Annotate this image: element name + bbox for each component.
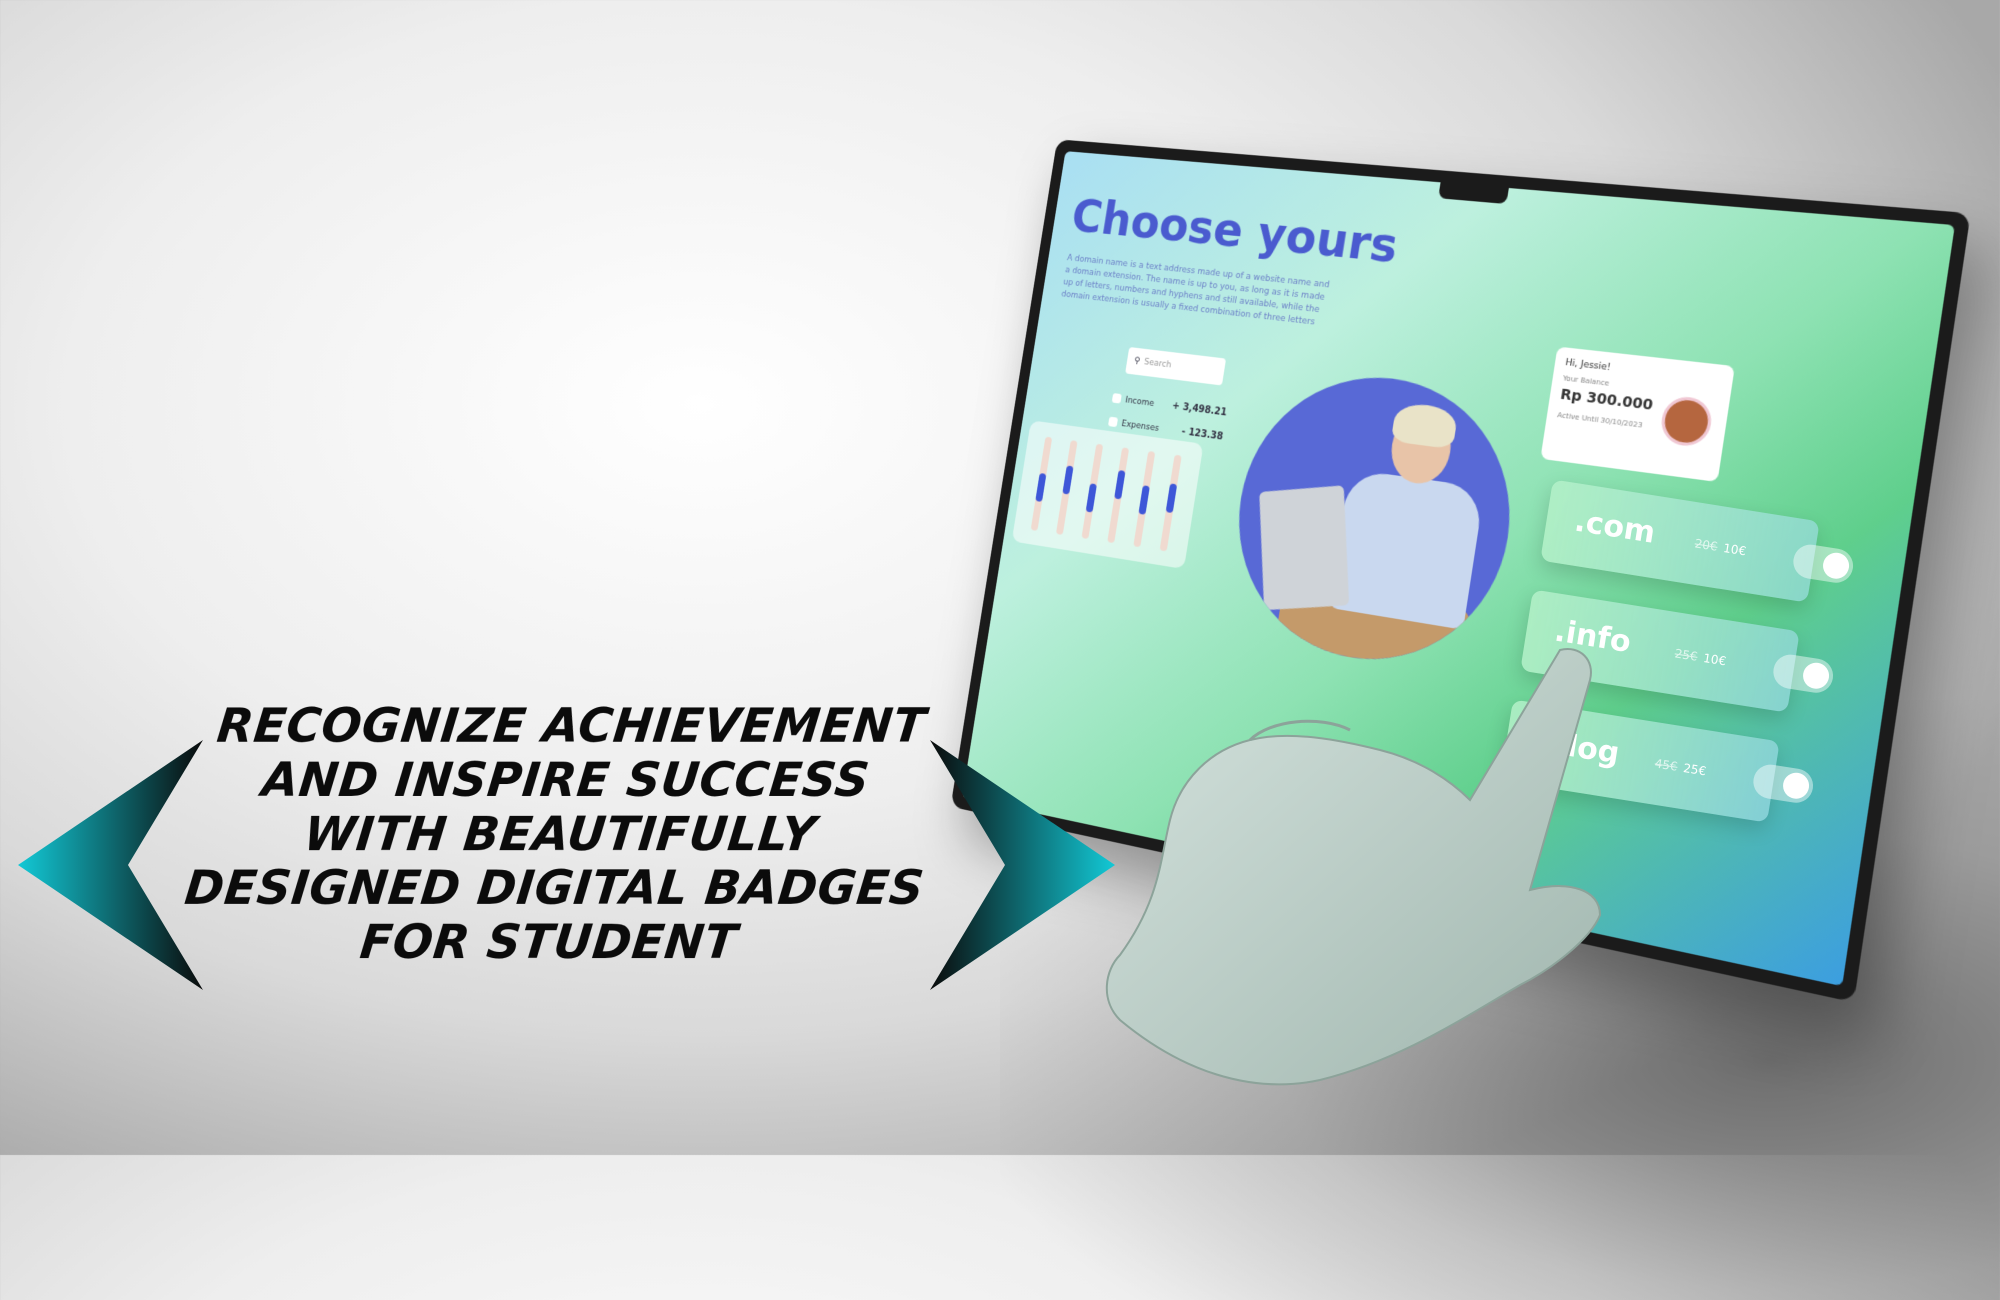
- income-row: Income + 3,498.21: [1112, 393, 1228, 418]
- income-value: + 3,498.21: [1171, 401, 1227, 419]
- domain-new-price: 10€: [1702, 651, 1727, 668]
- chart-bar-fill: [1166, 483, 1178, 513]
- person-body: [1328, 469, 1485, 630]
- pointing-hand-icon: [1100, 640, 1620, 1100]
- camera-notch: [1438, 182, 1509, 204]
- chart-bar: [1056, 440, 1078, 535]
- chart-bar: [1133, 451, 1155, 547]
- chart-bar: [1107, 447, 1129, 543]
- chart-bar-fill: [1138, 485, 1150, 515]
- expenses-label: Expenses: [1121, 419, 1160, 434]
- chart-bar-fill: [1062, 465, 1073, 494]
- headline-line: FOR STUDENT: [166, 916, 932, 970]
- chart-bar-fill: [1114, 470, 1125, 499]
- domain-price: 20€ 10€: [1694, 536, 1747, 558]
- balance-card: Hi, Jessie! Your Balance Rp 300.000 Acti…: [1540, 347, 1735, 482]
- expenses-icon: [1108, 417, 1118, 428]
- domain-old-price: 45€: [1654, 756, 1679, 773]
- person-photo: [1220, 363, 1530, 681]
- chevron-right-icon: [925, 740, 1115, 990]
- domain-price: 45€ 25€: [1654, 756, 1707, 778]
- headline: RECOGNIZE ACHIEVEMENT AND INSPIRE SUCCES…: [166, 700, 954, 970]
- bar-chart-card: [1012, 420, 1204, 569]
- income-icon: [1112, 393, 1122, 404]
- laptop-image: [1259, 485, 1349, 610]
- domain-new-price: 10€: [1722, 541, 1747, 558]
- headline-line: WITH BEAUTIFULLY: [177, 808, 943, 862]
- chart-bar: [1031, 437, 1053, 531]
- headline-line: AND INSPIRE SUCCESS: [183, 754, 949, 808]
- chart-bar-fill: [1086, 483, 1097, 512]
- chart-bar: [1081, 444, 1103, 539]
- search-icon: ⚲: [1133, 356, 1140, 366]
- chart-bar: [1160, 455, 1182, 552]
- search-input[interactable]: ⚲ Search: [1125, 347, 1226, 386]
- headline-line: DESIGNED DIGITAL BADGES: [171, 862, 937, 916]
- domain-old-price: 25€: [1674, 646, 1699, 663]
- chart-bar-fill: [1035, 473, 1046, 502]
- search-placeholder: Search: [1143, 358, 1172, 371]
- domain-old-price: 20€: [1694, 536, 1719, 553]
- domain-price: 25€ 10€: [1674, 646, 1727, 668]
- screen-description: A domain name is a text address made up …: [1060, 253, 1333, 331]
- income-label: Income: [1125, 395, 1155, 408]
- domain-name: .com: [1572, 504, 1658, 551]
- domain-new-price: 25€: [1682, 761, 1707, 778]
- headline-line: RECOGNIZE ACHIEVEMENT: [189, 700, 955, 754]
- expenses-value: - 123.38: [1181, 426, 1224, 442]
